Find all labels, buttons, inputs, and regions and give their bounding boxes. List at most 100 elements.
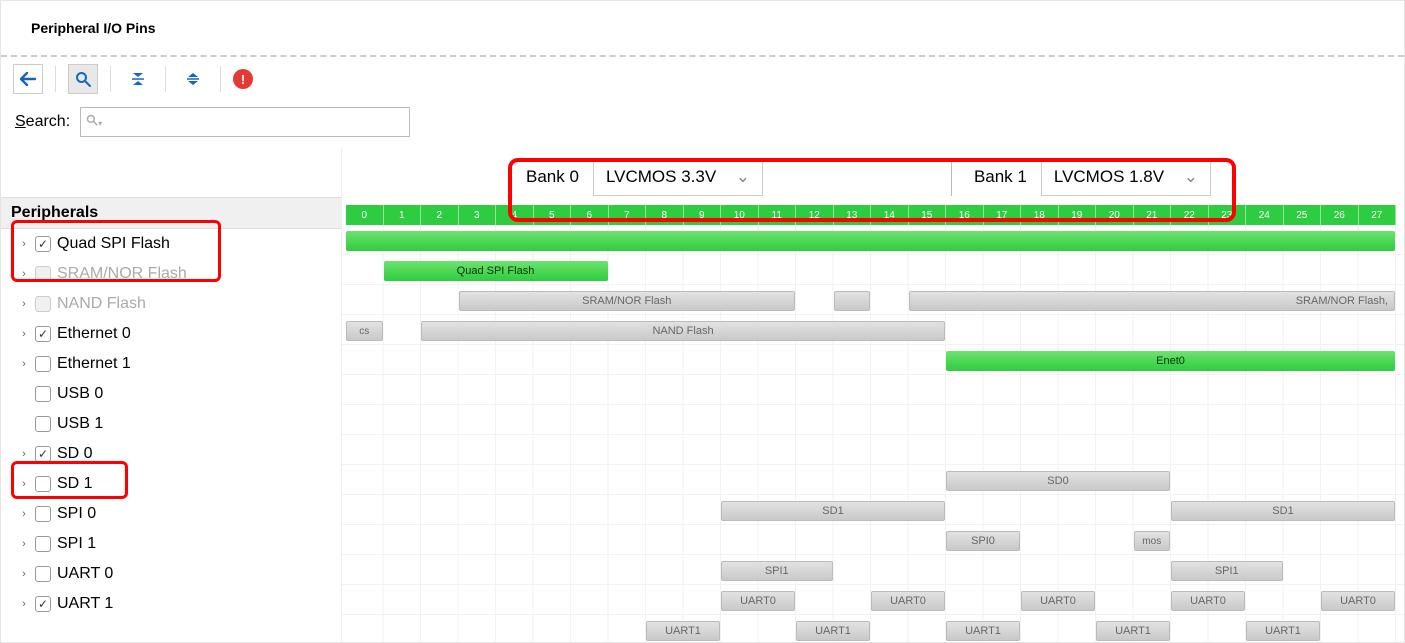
expand-caret-icon[interactable]: › xyxy=(19,478,29,490)
pin-map-row xyxy=(342,225,1404,255)
pin-allocation-bar[interactable]: UART0 xyxy=(1321,591,1395,611)
pin-allocation-bar[interactable]: cs xyxy=(346,321,383,341)
page-title: Peripheral I/O Pins xyxy=(31,20,156,36)
toolbar-divider xyxy=(220,66,221,92)
pin-allocation-bar[interactable]: UART0 xyxy=(871,591,945,611)
expand-caret-icon[interactable]: › xyxy=(19,538,29,550)
pin-allocation-bar[interactable]: UART1 xyxy=(946,621,1020,641)
bank1-io-standard-select[interactable]: LVCMOS 1.8V ⌄ xyxy=(1041,158,1211,196)
expand-caret-icon[interactable]: › xyxy=(19,268,29,280)
expand-caret-icon[interactable]: › xyxy=(19,358,29,370)
error-indicator[interactable]: ! xyxy=(233,69,253,89)
expand-caret-icon[interactable]: › xyxy=(19,328,29,340)
peripheral-row-usb-0[interactable]: ›USB 0 xyxy=(1,379,341,409)
pin-map-row: SPI0 mos xyxy=(342,525,1404,555)
pin-map-row: cs NAND Flash xyxy=(342,315,1404,345)
expand-caret-icon[interactable]: › xyxy=(19,298,29,310)
pin-allocation-bar[interactable] xyxy=(834,291,871,311)
peripheral-row-usb-1[interactable]: ›USB 1 xyxy=(1,409,341,439)
peripheral-checkbox[interactable] xyxy=(35,536,51,552)
check-icon: ✓ xyxy=(38,597,48,611)
peripheral-label: SD 0 xyxy=(57,445,93,463)
pin-column-header: 4 xyxy=(496,205,534,225)
pin-column-header: 18 xyxy=(1021,205,1059,225)
peripheral-checkbox[interactable]: ✓ xyxy=(35,596,51,612)
pin-allocation-bar[interactable]: NAND Flash xyxy=(421,321,945,341)
peripheral-label: UART 0 xyxy=(57,565,113,583)
pin-map-row: UART0 UART0 UART0 UART0 UART0 xyxy=(342,585,1404,615)
pin-allocation-bar[interactable]: SD1 xyxy=(1171,501,1395,521)
pin-column-header: 24 xyxy=(1246,205,1284,225)
pin-allocation-bar[interactable]: SD0 xyxy=(946,471,1170,491)
bank1-label: Bank 1 xyxy=(960,167,1041,187)
back-button[interactable] xyxy=(13,64,43,94)
pin-column-header: 12 xyxy=(796,205,834,225)
expand-caret-icon[interactable]: › xyxy=(19,598,29,610)
peripheral-row-quad-spi-flash[interactable]: › ✓ Quad SPI Flash xyxy=(1,229,341,259)
peripheral-checkbox[interactable]: ✓ xyxy=(35,236,51,252)
pin-map-row: SD0 xyxy=(342,465,1404,495)
pin-allocation-bar[interactable]: Quad SPI Flash xyxy=(384,261,608,281)
peripheral-checkbox[interactable]: ✓ xyxy=(35,326,51,342)
peripheral-checkbox xyxy=(35,296,51,312)
pin-allocation-bar[interactable]: UART1 xyxy=(796,621,870,641)
pin-allocation-bar[interactable]: UART1 xyxy=(1096,621,1170,641)
peripheral-label: NAND Flash xyxy=(57,295,146,313)
peripheral-row-ethernet-0[interactable]: ›✓Ethernet 0 xyxy=(1,319,341,349)
expand-caret-icon[interactable]: › xyxy=(19,568,29,580)
peripheral-row-spi-0[interactable]: › SPI 0 xyxy=(1,499,341,529)
pin-allocation-bar[interactable]: UART1 xyxy=(1246,621,1320,641)
peripherals-pane: Peripherals › ✓ Quad SPI Flash ›SRAM/NOR Fl… xyxy=(1,149,341,642)
search-input[interactable] xyxy=(80,107,410,137)
peripheral-row-nand-flash[interactable]: › NAND Flash xyxy=(1,289,341,319)
search-field-dropdown-icon[interactable]: ▾ xyxy=(98,119,102,128)
pin-column-header: 10 xyxy=(721,205,759,225)
peripheral-row-sd-0[interactable]: › ✓ SD 0 xyxy=(1,439,341,469)
expand-caret-icon[interactable]: › xyxy=(19,508,29,520)
search-toggle-button[interactable] xyxy=(68,64,98,94)
pin-allocation-bar[interactable]: Enet0 xyxy=(946,351,1395,371)
pin-allocation-bar[interactable]: SPI1 xyxy=(721,561,833,581)
pin-allocation-bar[interactable]: SRAM/NOR Flash xyxy=(459,291,796,311)
pin-map-row xyxy=(342,405,1404,435)
peripherals-header: Peripherals xyxy=(1,197,341,229)
pin-column-header: 9 xyxy=(684,205,722,225)
peripheral-label: SD 1 xyxy=(57,475,93,493)
pin-column-header: 17 xyxy=(984,205,1022,225)
pin-allocation-bar[interactable]: mos xyxy=(1134,531,1171,551)
expand-caret-icon[interactable]: › xyxy=(19,238,29,250)
search-label: Search: xyxy=(15,113,70,131)
expand-icon xyxy=(185,71,201,87)
peripheral-row-sram-nor-flash[interactable]: ›SRAM/NOR Flash xyxy=(1,259,341,289)
peripheral-row-uart-1[interactable]: ›✓UART 1 xyxy=(1,589,341,619)
bank0-io-standard-select[interactable]: LVCMOS 3.3V ⌄ xyxy=(593,158,763,196)
peripheral-checkbox[interactable] xyxy=(35,506,51,522)
peripheral-row-sd-1[interactable]: › SD 1 xyxy=(1,469,341,499)
peripheral-checkbox[interactable] xyxy=(35,476,51,492)
expand-all-button[interactable] xyxy=(178,64,208,94)
collapse-all-button[interactable] xyxy=(123,64,153,94)
peripheral-checkbox[interactable]: ✓ xyxy=(35,446,51,462)
peripheral-label: SPI 0 xyxy=(57,505,96,523)
peripheral-checkbox[interactable] xyxy=(35,416,51,432)
peripheral-checkbox[interactable] xyxy=(35,566,51,582)
pin-column-header: 7 xyxy=(609,205,647,225)
peripheral-row-spi-1[interactable]: ›SPI 1 xyxy=(1,529,341,559)
pin-allocation-bar[interactable]: UART0 xyxy=(1171,591,1245,611)
pin-column-header: 15 xyxy=(909,205,947,225)
peripheral-checkbox[interactable] xyxy=(35,356,51,372)
pin-allocation-bar[interactable]: SRAM/NOR Flash, xyxy=(909,291,1396,311)
pin-allocation-bar[interactable]: UART1 xyxy=(646,621,720,641)
peripheral-row-ethernet-1[interactable]: ›Ethernet 1 xyxy=(1,349,341,379)
peripheral-label: Quad SPI Flash xyxy=(57,235,170,253)
expand-caret-icon[interactable]: › xyxy=(19,448,29,460)
peripheral-row-uart-0[interactable]: › UART 0 xyxy=(1,559,341,589)
pin-allocation-bar[interactable]: SD1 xyxy=(721,501,945,521)
peripheral-checkbox[interactable] xyxy=(35,386,51,402)
pin-allocation-bar[interactable]: SPI1 xyxy=(1171,561,1283,581)
pin-allocation-bar[interactable]: UART0 xyxy=(1021,591,1095,611)
pin-allocation-bar[interactable]: UART0 xyxy=(721,591,795,611)
pin-allocation-bar[interactable] xyxy=(346,231,1395,251)
pin-allocation-bar[interactable]: SPI0 xyxy=(946,531,1020,551)
pin-column-header: 13 xyxy=(834,205,872,225)
